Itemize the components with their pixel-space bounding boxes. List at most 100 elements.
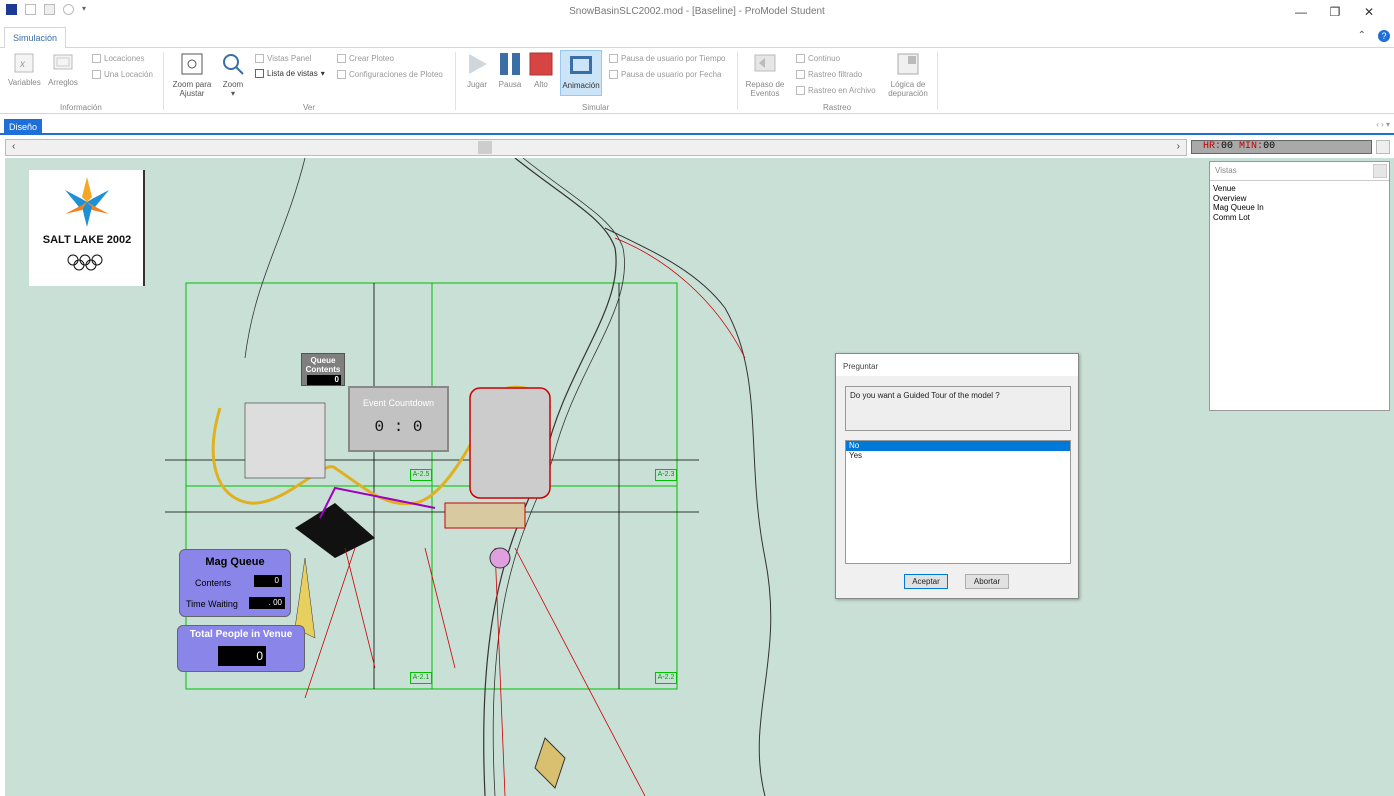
pausa-button[interactable]: Pausa bbox=[495, 52, 525, 89]
countdown-value: 0 : 0 bbox=[374, 418, 423, 436]
queue-label-2: Contents bbox=[305, 365, 341, 374]
logica-label-2: depuración bbox=[888, 89, 928, 98]
pausa-fecha-button[interactable]: Pausa de usuario por Fecha bbox=[609, 70, 722, 79]
arreglos-label: Arreglos bbox=[48, 78, 78, 87]
help-icon[interactable]: ? bbox=[1378, 30, 1390, 42]
scroll-thumb[interactable] bbox=[478, 141, 492, 154]
contents-label: Contents bbox=[195, 578, 232, 588]
zoom-ajustar-label-2: Ajustar bbox=[179, 89, 205, 98]
animacion-button[interactable]: Animación bbox=[560, 50, 602, 96]
close-button[interactable]: ✕ bbox=[1352, 2, 1386, 22]
zoom-label: Zoom bbox=[222, 80, 244, 89]
single-location-icon bbox=[92, 70, 101, 79]
view-item[interactable]: Overview bbox=[1213, 194, 1389, 204]
group-label-ver: Ver bbox=[303, 103, 316, 112]
clock-options-button[interactable] bbox=[1376, 140, 1390, 154]
magnifier-icon bbox=[223, 54, 244, 75]
lista-vistas-label: Lista de vistas bbox=[267, 69, 318, 78]
ribbon-separator bbox=[937, 52, 938, 110]
variables-icon: x bbox=[14, 53, 34, 73]
view-item[interactable]: Comm Lot bbox=[1213, 213, 1389, 223]
total-people-title: Total People in Venue bbox=[189, 629, 293, 640]
group-label-informacion: Información bbox=[60, 103, 102, 112]
clock-hr-label: HR: bbox=[1203, 141, 1222, 152]
zoom-dropdown-icon[interactable]: ▾ bbox=[218, 89, 248, 98]
ribbon-tab-strip: Simulación ⌃ ? bbox=[0, 25, 1394, 49]
repaso-eventos-button[interactable]: Repaso de Eventos bbox=[743, 52, 787, 98]
mag-queue-title: Mag Queue bbox=[205, 556, 265, 568]
minimize-button[interactable]: — bbox=[1284, 2, 1318, 22]
locaciones-label: Locaciones bbox=[104, 54, 145, 63]
views-list: Venue Overview Mag Queue In Comm Lot bbox=[1210, 181, 1389, 222]
pausa-tiempo-button[interactable]: Pausa de usuario por Tiempo bbox=[609, 54, 726, 63]
tab-scroll-arrows[interactable]: ‹ › ▾ bbox=[1376, 120, 1390, 129]
dialog-title: Preguntar bbox=[836, 354, 1078, 376]
total-people-panel: Total People in Venue 0 bbox=[177, 625, 305, 672]
pause-icon bbox=[500, 53, 520, 75]
config-ploteo-button[interactable]: Configuraciones de Ploteo bbox=[337, 70, 443, 79]
jugar-button[interactable]: Jugar bbox=[462, 52, 492, 89]
event-countdown: Event Countdown 0 : 0 bbox=[348, 386, 449, 452]
ribbon-right-controls: ⌃ ? bbox=[1358, 30, 1390, 42]
repaso-label-2: Eventos bbox=[750, 89, 780, 98]
crear-ploteo-button[interactable]: Crear Ploteo bbox=[337, 54, 394, 63]
vistas-panel-button[interactable]: Vistas Panel bbox=[255, 54, 311, 63]
arrays-icon bbox=[53, 54, 73, 70]
clock-min-label: MIN: bbox=[1239, 141, 1264, 152]
variables-button[interactable]: x Variables bbox=[8, 52, 41, 87]
clock-hr-value: 00 bbox=[1221, 141, 1234, 152]
rastreo-archivo-button[interactable]: Rastreo en Archivo bbox=[796, 86, 876, 95]
countdown-title: Event Countdown bbox=[362, 398, 435, 408]
ribbon-separator bbox=[737, 52, 738, 110]
document-tab-strip: Diseño ‹ › ▾ bbox=[0, 117, 1394, 135]
locaciones-button[interactable]: Locaciones bbox=[92, 54, 144, 63]
tab-diseno[interactable]: Diseño bbox=[4, 119, 43, 135]
alto-button[interactable]: Alto bbox=[527, 52, 555, 89]
view-item[interactable]: Mag Queue In bbox=[1213, 203, 1389, 213]
contents-value: 0 bbox=[254, 575, 282, 587]
grid-label: A-2.2 bbox=[655, 672, 677, 684]
view-item[interactable]: Venue bbox=[1213, 184, 1389, 194]
venue-map bbox=[165, 158, 772, 796]
pause-date-icon bbox=[609, 70, 618, 79]
snowflake-logo-icon bbox=[65, 177, 109, 227]
pausa-tiempo-label: Pausa de usuario por Tiempo bbox=[621, 54, 726, 63]
zoom-button[interactable]: Zoom ▾ bbox=[218, 52, 248, 98]
close-icon[interactable] bbox=[1373, 164, 1387, 178]
salt-lake-logo: SALT LAKE 2002 bbox=[29, 170, 145, 286]
logica-depuracion-button[interactable]: Lógica de depuración bbox=[885, 52, 931, 98]
debug-logic-icon bbox=[897, 53, 919, 75]
zoom-ajustar-button[interactable]: Zoom para Ajustar bbox=[170, 52, 214, 98]
aceptar-button[interactable]: Aceptar bbox=[904, 574, 948, 589]
clock-min-value: 00 bbox=[1263, 141, 1276, 152]
collapse-ribbon-icon[interactable]: ⌃ bbox=[1358, 30, 1366, 42]
crear-ploteo-label: Crear Ploteo bbox=[349, 54, 394, 63]
total-people-value: 0 bbox=[218, 646, 266, 666]
layout-canvas[interactable]: A-2.5 A-2.3 A-2.1 A-2.2 bbox=[5, 158, 1394, 796]
continuo-button[interactable]: Continuo bbox=[796, 54, 840, 63]
rastreo-filtrado-button[interactable]: Rastreo filtrado bbox=[796, 70, 862, 79]
config-ploteo-label: Configuraciones de Ploteo bbox=[349, 70, 443, 79]
lista-vistas-button[interactable]: Lista de vistas ▾ bbox=[255, 69, 325, 78]
stop-icon bbox=[529, 52, 553, 76]
scroll-right-icon[interactable]: › bbox=[1177, 141, 1180, 152]
restore-button[interactable]: ❐ bbox=[1318, 2, 1352, 22]
filtrado-label: Rastreo filtrado bbox=[808, 70, 863, 79]
arreglos-button[interactable]: Arreglos bbox=[45, 52, 81, 87]
views-panel: Vistas Venue Overview Mag Queue In Comm … bbox=[1209, 161, 1390, 411]
grid-label: A-2.1 bbox=[410, 672, 432, 684]
tab-simulacion[interactable]: Simulación bbox=[4, 27, 67, 49]
views-panel-header: Vistas bbox=[1210, 162, 1389, 181]
views-list-icon bbox=[255, 69, 264, 78]
simulation-clock: HR:00 MIN:00 bbox=[1191, 140, 1372, 154]
abortar-button[interactable]: Abortar bbox=[965, 574, 1009, 589]
una-locacion-button[interactable]: Una Locación bbox=[92, 70, 153, 79]
option-no[interactable]: No bbox=[846, 441, 1070, 451]
scroll-left-icon[interactable]: ‹ bbox=[12, 141, 15, 152]
dialog-options-list[interactable]: No Yes bbox=[845, 440, 1071, 564]
animation-icon bbox=[570, 56, 592, 74]
play-icon bbox=[469, 54, 487, 74]
horizontal-scrollbar[interactable]: ‹ › bbox=[5, 139, 1187, 156]
option-yes[interactable]: Yes bbox=[846, 451, 1070, 461]
mag-queue-panel: Mag Queue Contents 0 Time Waiting . 00 bbox=[179, 549, 291, 617]
